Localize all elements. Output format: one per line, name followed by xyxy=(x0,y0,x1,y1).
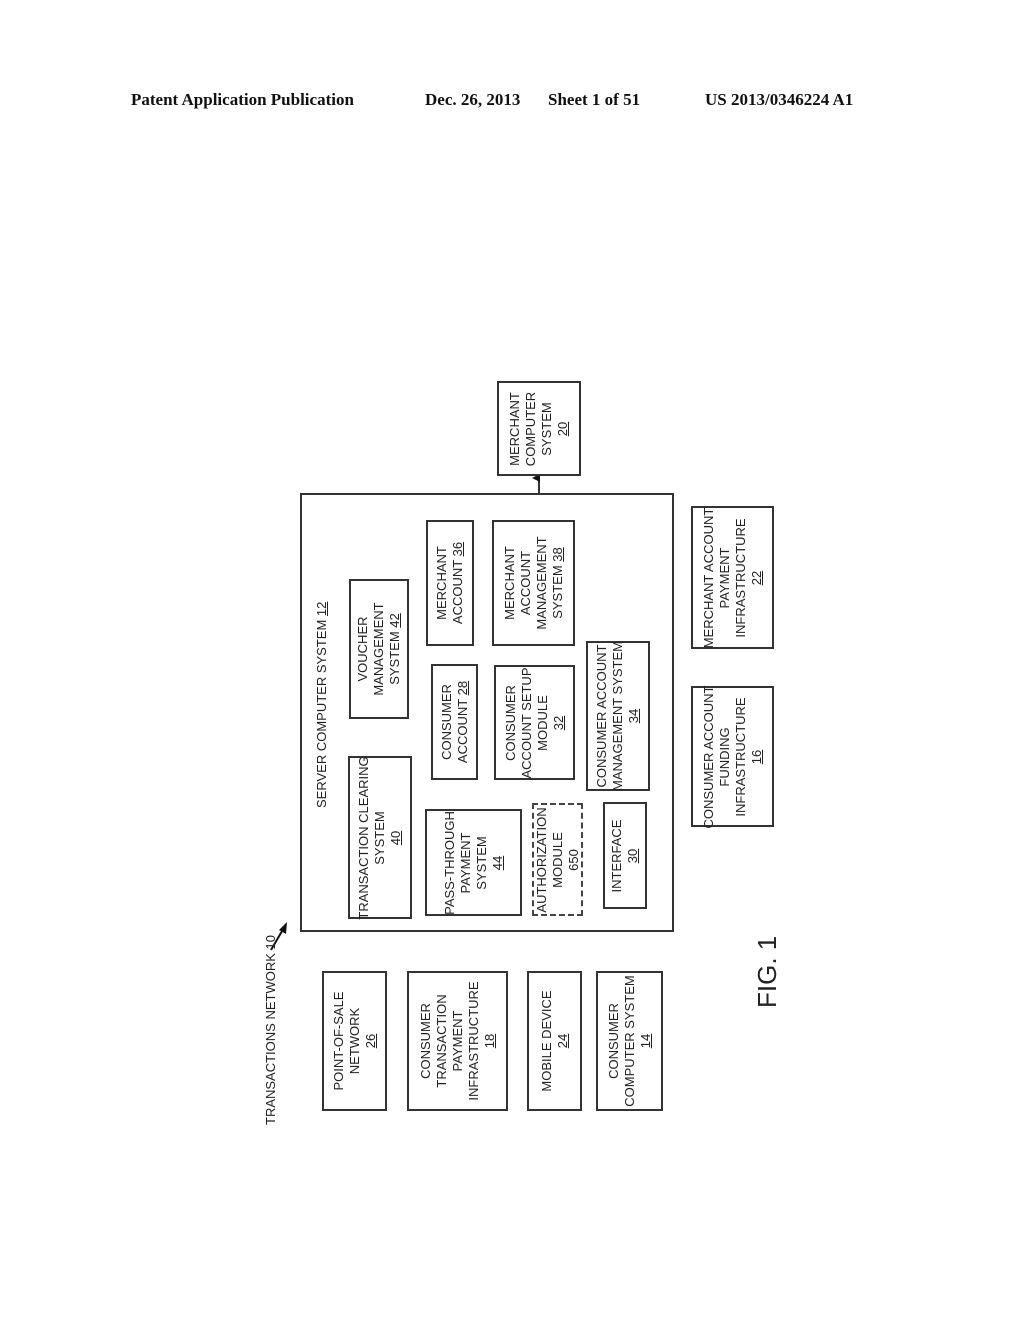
ref-32: 32 xyxy=(550,715,566,730)
ref-16: 16 xyxy=(748,749,764,764)
ref-38: 38 xyxy=(549,547,565,562)
consumer-transaction-payment-infrastructure-box: CONSUMER TRANSACTION PAYMENT INFRASTRUCT… xyxy=(407,971,508,1111)
ref-22: 22 xyxy=(748,570,764,585)
ref-12: 12 xyxy=(314,601,329,617)
ref-42: 42 xyxy=(387,613,402,628)
consumer-account-setup-module-label: CONSUMER ACCOUNT SETUP MODULE 32 xyxy=(502,667,566,778)
merchant-computer-system-label: MERCHANT COMPUTER SYSTEM 20 xyxy=(507,391,570,466)
authorization-module-box: AUTHORIZATION MODULE 650 xyxy=(532,803,583,916)
transaction-clearing-system-label: TRANSACTION CLEARING SYSTEM 40 xyxy=(356,755,403,920)
server-computer-system-title: SERVER COMPUTER SYSTEM 12 xyxy=(314,601,329,808)
consumer-account-management-system-label: CONSUMER ACCOUNT MANAGEMENT SYSTEM 34 xyxy=(594,640,641,792)
authorization-module-label: AUTHORIZATION MODULE 650 xyxy=(533,806,581,913)
pass-through-payment-system-box: PASS-THROUGH PAYMENT SYSTEM 44 xyxy=(425,809,522,916)
consumer-account-box: CONSUMER ACCOUNT 28 xyxy=(431,664,478,780)
ref-28: 28 xyxy=(454,680,470,696)
pass-through-payment-system-label: PASS-THROUGH PAYMENT SYSTEM 44 xyxy=(441,810,505,915)
ref-26: 26 xyxy=(362,1033,378,1049)
ref-36: 36 xyxy=(450,541,465,557)
consumer-account-label: CONSUMER ACCOUNT 28 xyxy=(438,680,470,764)
transactions-network-label: TRANSACTIONS NETWORK 10 xyxy=(263,935,278,1125)
network-pointer-arrowhead xyxy=(279,922,287,934)
ref-30: 30 xyxy=(625,848,640,863)
ref-14: 14 xyxy=(637,1033,653,1049)
consumer-account-management-system-box: CONSUMER ACCOUNT MANAGEMENT SYSTEM 34 xyxy=(586,641,650,791)
ref-34: 34 xyxy=(626,708,641,724)
merchant-account-label: MERCHANT ACCOUNT 36 xyxy=(434,541,465,625)
interface-box: INTERFACE 30 xyxy=(603,802,647,909)
merchant-account-management-system-box: MERCHANT ACCOUNT MANAGEMENT SYSTEM 38 xyxy=(492,520,575,646)
mobile-device-box: MOBILE DEVICE 24 xyxy=(527,971,582,1111)
consumer-account-setup-module-box: CONSUMER ACCOUNT SETUP MODULE 32 xyxy=(494,665,575,780)
ref-40: 40 xyxy=(388,830,403,845)
point-of-sale-network-label: POINT-OF-SALE NETWORK 26 xyxy=(330,991,378,1091)
voucher-management-system-box: VOUCHER MANAGEMENT SYSTEM 42 xyxy=(349,579,409,719)
consumer-computer-system-label: CONSUMER COMPUTER SYSTEM 14 xyxy=(605,975,653,1107)
ref-650: 650 xyxy=(565,848,581,871)
consumer-account-funding-infrastructure-box: CONSUMER ACCOUNT FUNDING INFRASTRUCTURE … xyxy=(691,684,774,829)
ref-20: 20 xyxy=(555,421,570,436)
voucher-management-system-label: VOUCHER MANAGEMENT SYSTEM 42 xyxy=(355,602,402,696)
merchant-account-payment-infrastructure-box: MERCHANT ACCOUNT PAYMENT INFRASTRUCTURE … xyxy=(691,506,774,649)
consumer-transaction-payment-infrastructure-label: CONSUMER TRANSACTION PAYMENT INFRASTRUCT… xyxy=(417,981,497,1101)
consumer-account-funding-infrastructure-label: CONSUMER ACCOUNT FUNDING INFRASTRUCTURE … xyxy=(700,684,764,829)
consumer-computer-system-box: CONSUMER COMPUTER SYSTEM 14 xyxy=(596,971,663,1111)
mobile-device-label: MOBILE DEVICE 24 xyxy=(538,990,570,1092)
ref-18: 18 xyxy=(481,1033,497,1049)
merchant-account-management-system-label: MERCHANT ACCOUNT MANAGEMENT SYSTEM 38 xyxy=(501,536,565,630)
ref-44: 44 xyxy=(489,855,505,870)
transaction-clearing-system-box: TRANSACTION CLEARING SYSTEM 40 xyxy=(348,756,412,919)
merchant-computer-system-box: MERCHANT COMPUTER SYSTEM 20 xyxy=(497,381,581,476)
merchant-account-payment-infrastructure-label: MERCHANT ACCOUNT PAYMENT INFRASTRUCTURE … xyxy=(700,507,764,648)
merchant-account-box: MERCHANT ACCOUNT 36 xyxy=(426,520,474,646)
figure-label: FIG. 1 xyxy=(752,935,782,1008)
interface-label: INTERFACE 30 xyxy=(609,819,640,892)
point-of-sale-network-box: POINT-OF-SALE NETWORK 26 xyxy=(322,971,387,1111)
ref-24: 24 xyxy=(554,1033,570,1049)
